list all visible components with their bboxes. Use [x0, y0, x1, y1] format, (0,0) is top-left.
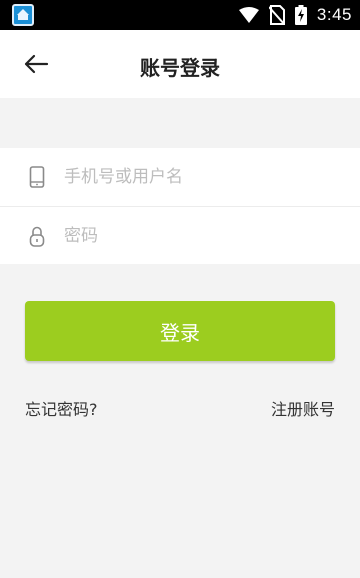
username-row [0, 148, 360, 206]
password-row [0, 207, 360, 265]
page-title: 账号登录 [140, 56, 220, 80]
login-button[interactable]: 登录 [25, 301, 335, 361]
no-sim-icon [268, 5, 285, 25]
status-bar: 3:45 [0, 0, 360, 30]
register-link[interactable]: 注册账号 [271, 396, 335, 420]
status-icons: 3:45 [238, 4, 352, 26]
header-bar: 账号登录 [0, 30, 360, 98]
wifi-icon [238, 7, 259, 23]
forgot-password-link[interactable]: 忘记密码? [25, 396, 98, 420]
login-form [0, 148, 360, 264]
battery-charging-icon [294, 5, 307, 25]
username-input[interactable] [64, 167, 314, 187]
status-time: 3:45 [316, 5, 352, 24]
lock-icon [24, 225, 50, 247]
phone-icon [24, 166, 50, 188]
app-notification-icon [12, 4, 34, 26]
password-input[interactable] [64, 226, 314, 246]
